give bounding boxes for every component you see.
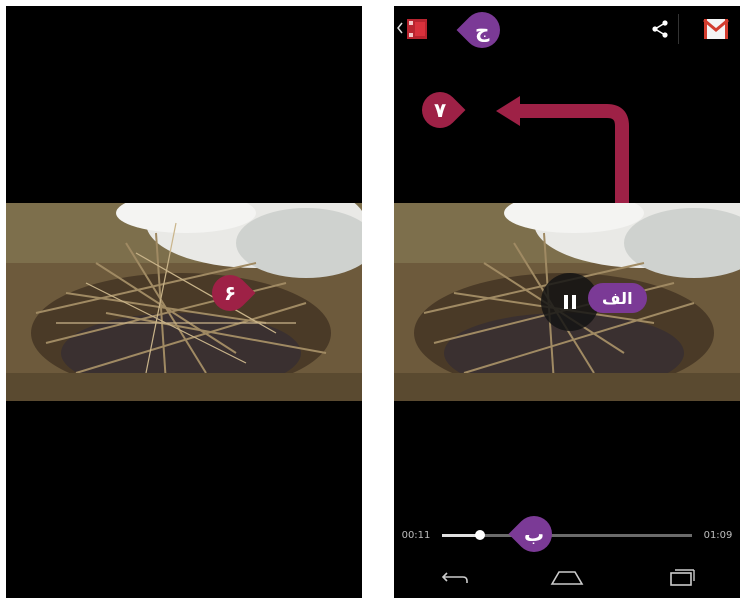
total-time: 01:09	[703, 529, 733, 541]
seek-bar-row: 00:11 01:09	[394, 524, 740, 546]
callout-alef: الف	[588, 283, 647, 313]
brush-fire-video	[6, 203, 362, 401]
callout-jim: ج	[456, 6, 508, 56]
action-bar: ج	[394, 6, 740, 56]
system-nav-bar	[394, 556, 740, 598]
callout-be: ب	[508, 508, 560, 560]
video-app-icon[interactable]	[406, 18, 428, 40]
video-screen-fullscreen: ۶	[6, 6, 362, 598]
seek-track[interactable]	[442, 529, 692, 540]
back-caret-icon[interactable]	[396, 20, 404, 36]
nav-recents-icon[interactable]	[662, 563, 702, 591]
video-frame[interactable]: الف	[394, 203, 740, 401]
video-screen-controls: ج ۷ الف 00:11 01:09 ب	[394, 6, 740, 598]
seek-progress	[442, 533, 480, 537]
seek-thumb[interactable]	[474, 529, 485, 540]
share-icon[interactable]	[642, 14, 679, 44]
video-frame[interactable]: ۶	[6, 203, 362, 401]
pause-icon	[564, 295, 576, 309]
gmail-icon[interactable]	[702, 16, 730, 42]
nav-back-icon[interactable]	[432, 563, 472, 591]
nav-home-icon[interactable]	[547, 563, 587, 591]
current-time: 00:11	[401, 529, 431, 541]
